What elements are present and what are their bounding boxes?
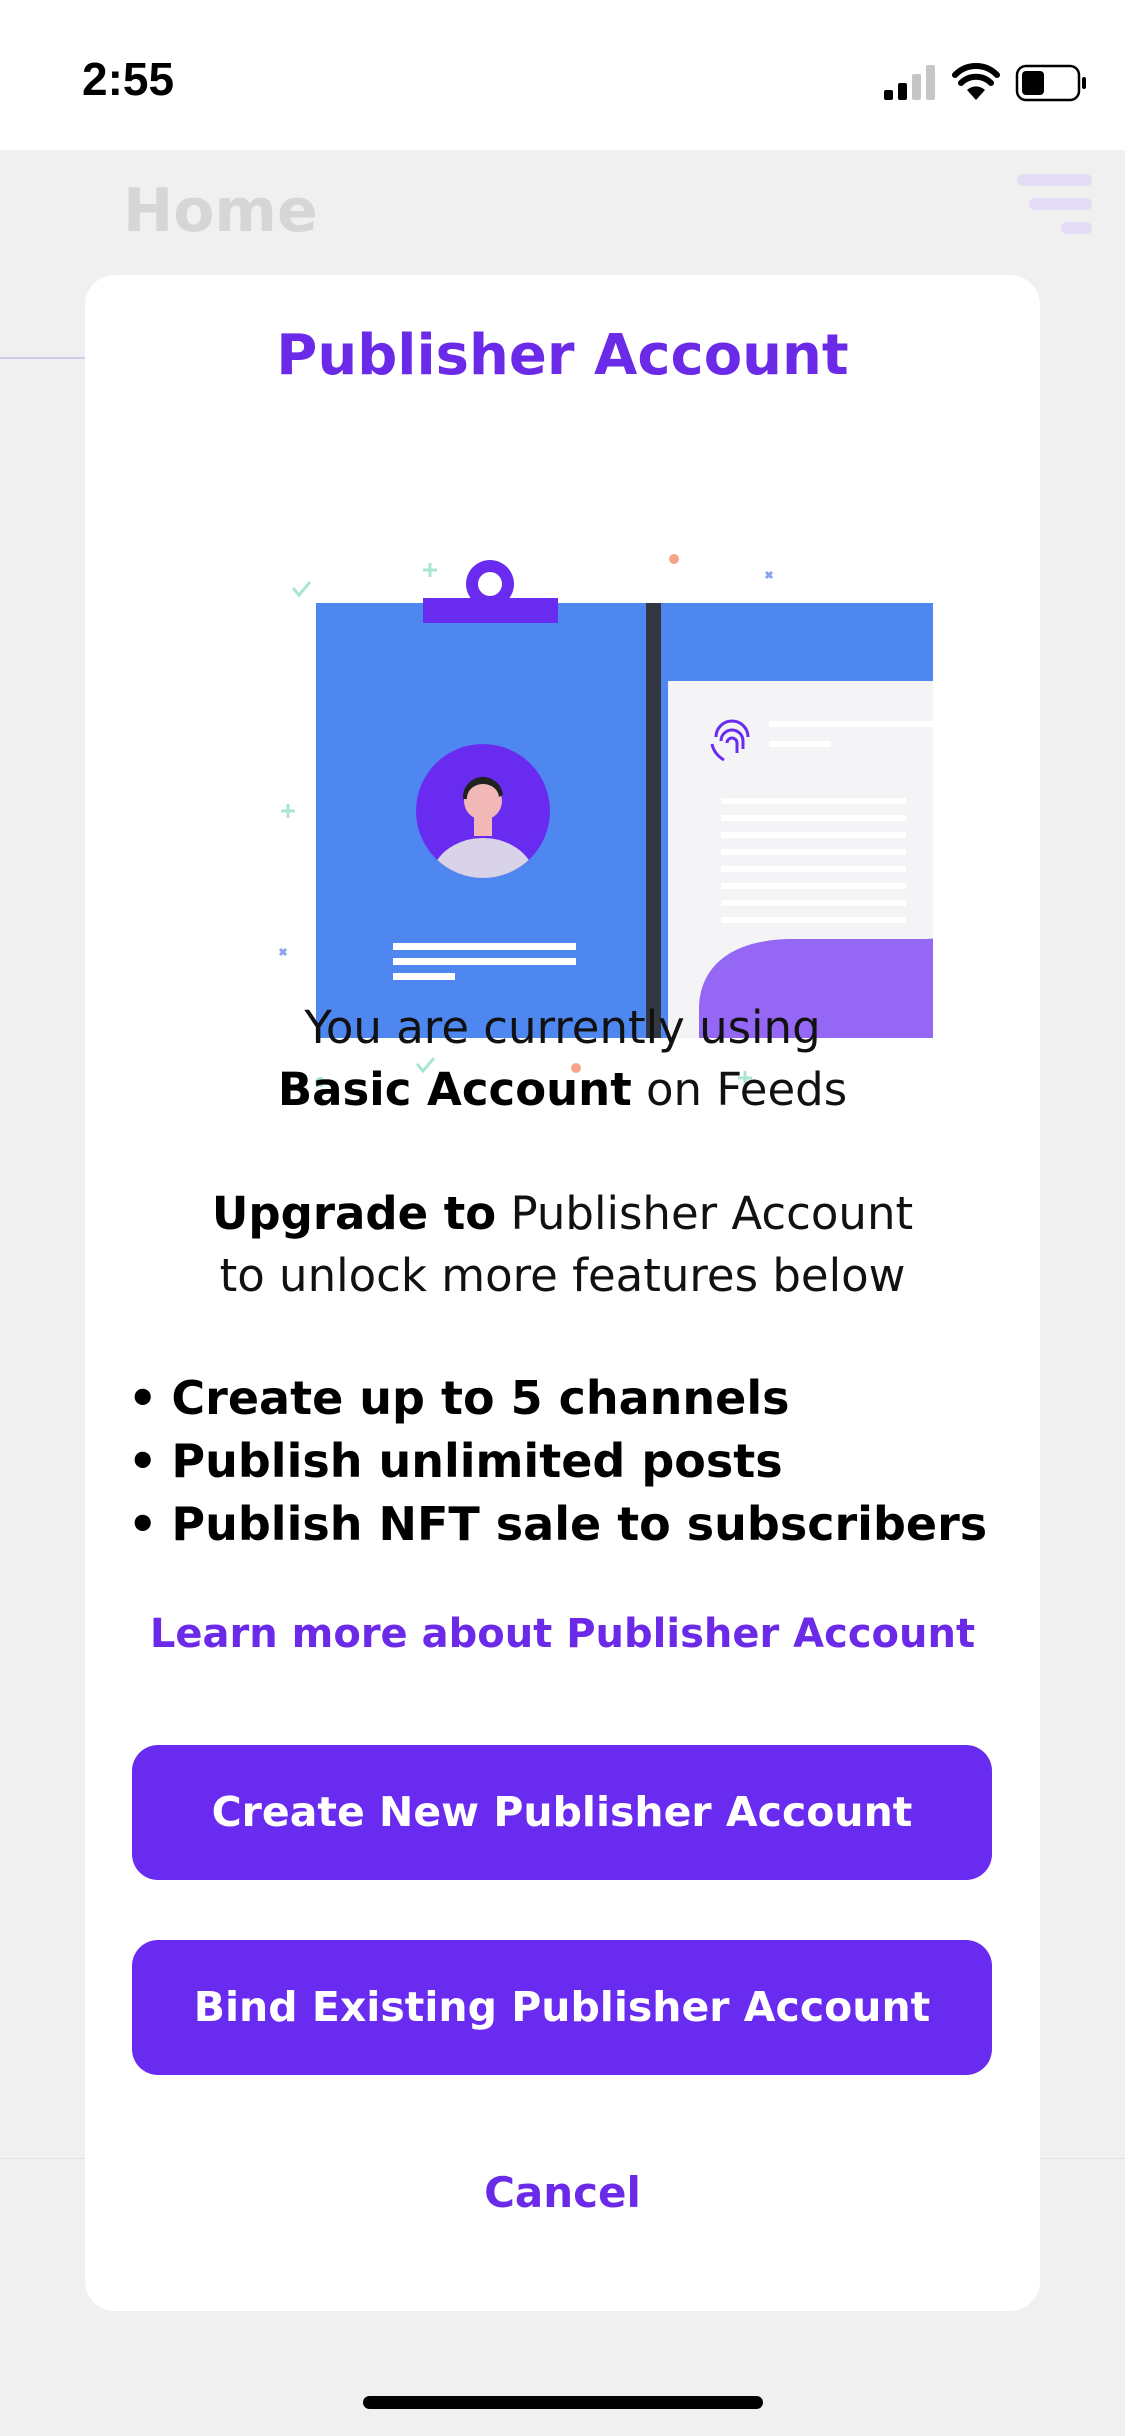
current-account-text: You are currently using Basic Account on… (85, 997, 1040, 1121)
feature-item: Create up to 5 channels (128, 1367, 987, 1430)
upgrade-rest: Publisher Account (496, 1187, 914, 1240)
publisher-account-dialog: Publisher Account You are currently usin… (85, 275, 1040, 2311)
dialog-title: Publisher Account (276, 323, 849, 388)
create-publisher-account-button[interactable]: Create New Publisher Account (132, 1745, 992, 1880)
status-icons (884, 62, 1089, 102)
upgrade-text: Upgrade to Publisher Account to unlock m… (85, 1183, 1040, 1307)
status-bar: 2:55 (0, 0, 1125, 150)
status-time: 2:55 (82, 53, 175, 105)
upgrade-bold: Upgrade to (211, 1187, 497, 1240)
home-indicator[interactable] (363, 2396, 763, 2409)
cellular-signal-icon (884, 65, 935, 100)
learn-more-link[interactable]: Learn more about Publisher Account (85, 1611, 1040, 1657)
intro-account-name: Basic Account (277, 1063, 632, 1116)
battery-icon (1015, 64, 1086, 102)
upgrade-line-1: Upgrade to Publisher Account (85, 1183, 1040, 1245)
feature-item: Publish unlimited posts (128, 1430, 987, 1493)
feature-list: Create up to 5 channels Publish unlimite… (128, 1367, 987, 1556)
wifi-icon (952, 63, 1000, 100)
intro-line-1: You are currently using (304, 1001, 821, 1054)
upgrade-line-2: to unlock more features below (219, 1249, 906, 1302)
bind-publisher-account-button[interactable]: Bind Existing Publisher Account (132, 1940, 992, 2075)
page-title: Home (123, 176, 318, 246)
cancel-button[interactable]: Cancel (85, 2168, 1040, 2217)
intro-rest: on Feeds (631, 1063, 848, 1116)
intro-line-2: Basic Account on Feeds (85, 1059, 1040, 1121)
feature-item: Publish NFT sale to subscribers (128, 1493, 987, 1556)
filter-menu-icon[interactable] (1017, 170, 1097, 254)
background-divider-accent (0, 357, 85, 359)
